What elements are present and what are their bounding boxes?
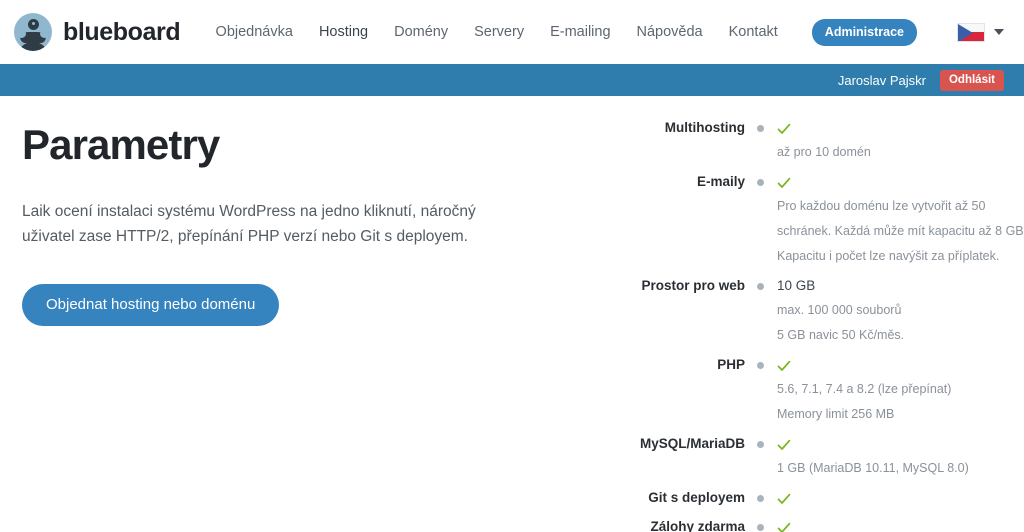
- parameter-note: max. 100 000 souborů: [777, 303, 902, 317]
- parameter-row: MySQL/MariaDB 1 GB (MariaDB 10.11, MySQL …: [620, 432, 1004, 481]
- czech-flag-icon: [957, 22, 985, 42]
- nav-item-kontakt[interactable]: Kontakt: [729, 24, 778, 40]
- order-hosting-button[interactable]: Objednat hosting nebo doménu: [22, 283, 280, 326]
- parameter-label: E-maily: [696, 174, 745, 189]
- check-icon: [777, 353, 1004, 377]
- check-icon: [777, 486, 1004, 510]
- nav-item-emailing[interactable]: E-mailing: [550, 24, 610, 40]
- main-navigation: Objednávka Hosting Domény Servery E-mail…: [216, 18, 1004, 46]
- bullet-dot-icon: [757, 362, 764, 369]
- parameter-row: Zálohy zdarma: [620, 515, 1004, 532]
- bullet-dot-icon: [757, 179, 764, 186]
- parameter-note: 5 GB navic 50 Kč/měs.: [777, 328, 905, 342]
- parameter-body: 1 GB (MariaDB 10.11, MySQL 8.0): [764, 432, 1004, 481]
- parameter-row: E-maily Pro každou doménu lze vytvořit až…: [620, 170, 1024, 269]
- brand-name: blueboard: [63, 17, 181, 46]
- parameter-body: 10 GB max. 100 000 souborů 5 GB navic 50 K…: [764, 274, 1004, 348]
- check-icon: [777, 170, 1004, 194]
- nav-item-servery[interactable]: Servery: [474, 24, 524, 40]
- parameter-body: [764, 486, 1004, 510]
- parameter-body: až pro 10 domén: [764, 116, 1004, 165]
- parameter-label: Prostor pro web: [641, 278, 745, 293]
- parameter-note: schránek. Každá může mít kapacitu až 8 G…: [777, 224, 1024, 238]
- intro-column: Parametry Laik ocení instalaci systému W…: [20, 96, 620, 532]
- nav-item-domeny[interactable]: Domény: [394, 24, 448, 40]
- check-icon: [777, 116, 1004, 140]
- check-icon: [777, 515, 1004, 532]
- chevron-down-icon: [994, 29, 1004, 35]
- parameters-list: Multihosting až pro 10 domén E-maily Pro ka…: [620, 96, 1024, 532]
- nav-item-hosting[interactable]: Hosting: [319, 24, 368, 40]
- bullet-dot-icon: [757, 524, 764, 531]
- parameter-label: Zálohy zdarma: [650, 519, 745, 532]
- parameter-row: Prostor pro web 10 GB max. 100 000 souborů…: [620, 274, 1004, 348]
- parameter-body: [764, 515, 1004, 532]
- parameter-label: Git s deployem: [648, 490, 745, 505]
- parameter-row: Multihosting až pro 10 domén: [620, 116, 1004, 165]
- parameter-label: PHP: [717, 357, 745, 372]
- parameter-label: Multihosting: [664, 120, 745, 135]
- parameter-row: PHP 5.6, 7.1, 7.4 a 8.2 (lze přepínat) Mem…: [620, 353, 1004, 427]
- parameter-body: 5.6, 7.1, 7.4 a 8.2 (lze přepínat) Memory…: [764, 353, 1004, 427]
- page-content: Parametry Laik ocení instalaci systému W…: [0, 96, 1024, 532]
- parameter-label: MySQL/MariaDB: [639, 436, 745, 451]
- bullet-dot-icon: [757, 283, 764, 290]
- mustache-avatar-icon: [14, 13, 52, 51]
- parameter-value: 10 GB: [777, 278, 816, 293]
- parameter-row: Git s deployem: [620, 486, 1004, 510]
- page-title: Parametry: [22, 121, 220, 168]
- user-bar: Jaroslav Pajskr Odhlásit: [0, 64, 1024, 96]
- intro-lead-text: Laik ocení instalaci systému WordPress n…: [22, 203, 476, 246]
- administrace-button[interactable]: Administrace: [811, 18, 917, 46]
- parameter-note: 5.6, 7.1, 7.4 a 8.2 (lze přepínat): [777, 382, 952, 396]
- language-switcher[interactable]: [957, 22, 1004, 42]
- logout-button[interactable]: Odhlásit: [939, 69, 1004, 91]
- parameter-note: Pro každou doménu lze vytvořit až 50: [777, 199, 986, 213]
- bullet-dot-icon: [757, 441, 764, 448]
- check-icon: [777, 432, 1004, 456]
- brand-logo-link[interactable]: blueboard: [14, 13, 181, 51]
- parameter-note: Kapacitu i počet lze navýšit za příplate…: [777, 249, 1000, 263]
- parameter-body: Pro každou doménu lze vytvořit až 50 schr…: [764, 170, 1024, 269]
- parameter-note: 1 GB (MariaDB 10.11, MySQL 8.0): [777, 461, 969, 475]
- parameter-note: Memory limit 256 MB: [777, 407, 895, 421]
- nav-item-objednavka[interactable]: Objednávka: [216, 24, 293, 40]
- user-name: Jaroslav Pajskr: [837, 72, 926, 88]
- bullet-dot-icon: [757, 125, 764, 132]
- site-header: blueboard Objednávka Hosting Domény Serv…: [0, 0, 1024, 64]
- bullet-dot-icon: [757, 495, 764, 502]
- parameter-note: až pro 10 domén: [777, 145, 871, 159]
- nav-item-napoveda[interactable]: Nápověda: [637, 24, 703, 40]
